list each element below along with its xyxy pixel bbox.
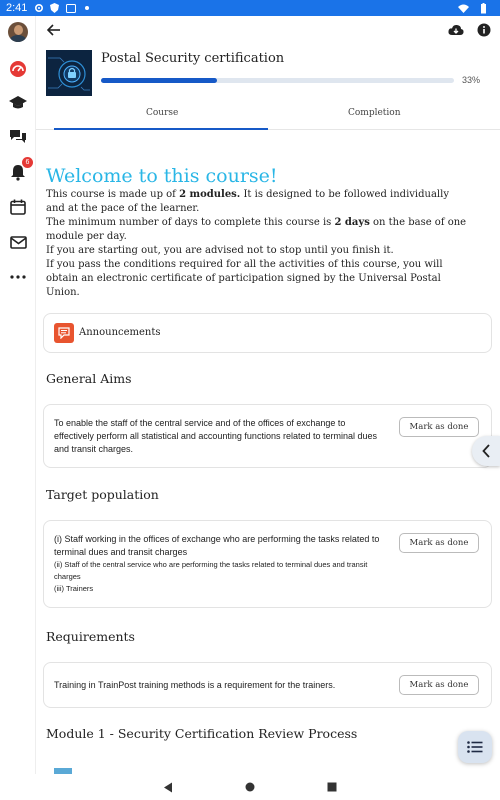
graduation-cap-icon[interactable]	[7, 92, 29, 114]
requirements-heading: Requirements	[46, 629, 135, 644]
calendar-icon[interactable]	[7, 196, 29, 218]
open-drawer-button[interactable]	[472, 436, 500, 466]
mail-icon[interactable]	[7, 231, 29, 253]
course-index-button[interactable]	[458, 731, 492, 763]
general-aims-heading: General Aims	[46, 371, 132, 386]
general-aims-card: To enable the staff of the central servi…	[43, 404, 492, 468]
settings-gear-icon	[33, 3, 44, 14]
notifications-bell-icon[interactable]: 6	[7, 157, 33, 183]
course-title: Postal Security certification	[101, 51, 285, 66]
shield-icon	[49, 3, 60, 14]
notification-badge: 6	[22, 157, 33, 168]
back-button[interactable]	[44, 20, 64, 40]
info-icon[interactable]	[474, 20, 494, 40]
mark-as-done-button[interactable]: Mark as done	[399, 675, 479, 695]
module-heading: Module 1 - Security Certification Review…	[46, 726, 358, 741]
requirements-card: Training in TrainPost training methods i…	[43, 662, 492, 708]
status-bar: 2:41	[0, 0, 500, 16]
avatar[interactable]	[8, 22, 28, 42]
active-tab-indicator	[54, 128, 268, 130]
announcements-item[interactable]: Announcements	[43, 313, 492, 353]
course-progress-bar	[101, 78, 454, 83]
target-population-heading: Target population	[46, 487, 159, 502]
mark-as-done-button[interactable]: Mark as done	[399, 417, 479, 437]
welcome-heading: Welcome to this course!	[46, 165, 278, 187]
announcements-label: Announcements	[79, 327, 161, 338]
course-intro: This course is made up of 2 modules. It …	[46, 189, 467, 298]
nav-home-button[interactable]	[243, 780, 257, 794]
battery-icon	[478, 2, 489, 14]
tab-completion[interactable]: Completion	[348, 108, 401, 118]
arrow-left-icon	[47, 24, 60, 36]
status-time: 2:41	[6, 2, 28, 14]
course-tabs: Course Completion	[36, 100, 500, 130]
more-icon[interactable]	[7, 266, 29, 288]
nav-back-button[interactable]	[161, 780, 175, 794]
mark-as-done-button[interactable]: Mark as done	[399, 533, 479, 553]
progress-fill	[101, 78, 218, 83]
progress-percentage: 33%	[462, 75, 481, 85]
cloud-download-icon[interactable]	[446, 20, 466, 40]
dot-icon	[81, 3, 92, 14]
card-icon	[65, 3, 76, 14]
chat-icon[interactable]	[7, 126, 29, 148]
system-nav-bar	[0, 774, 500, 800]
target-population-text: (i) Staff working in the offices of exch…	[54, 534, 380, 593]
dashboard-icon[interactable]	[7, 58, 29, 80]
announcement-icon	[54, 323, 74, 343]
list-icon	[467, 741, 483, 753]
target-population-card: (i) Staff working in the offices of exch…	[43, 520, 492, 608]
general-aims-text: To enable the staff of the central servi…	[54, 418, 378, 454]
nav-recents-button[interactable]	[325, 780, 339, 794]
course-thumbnail	[46, 50, 92, 96]
wifi-icon	[458, 3, 469, 14]
side-rail: 6	[0, 16, 36, 774]
chevron-left-icon	[481, 444, 490, 458]
requirements-text: Training in TrainPost training methods i…	[54, 680, 336, 690]
tab-course[interactable]: Course	[146, 108, 178, 118]
